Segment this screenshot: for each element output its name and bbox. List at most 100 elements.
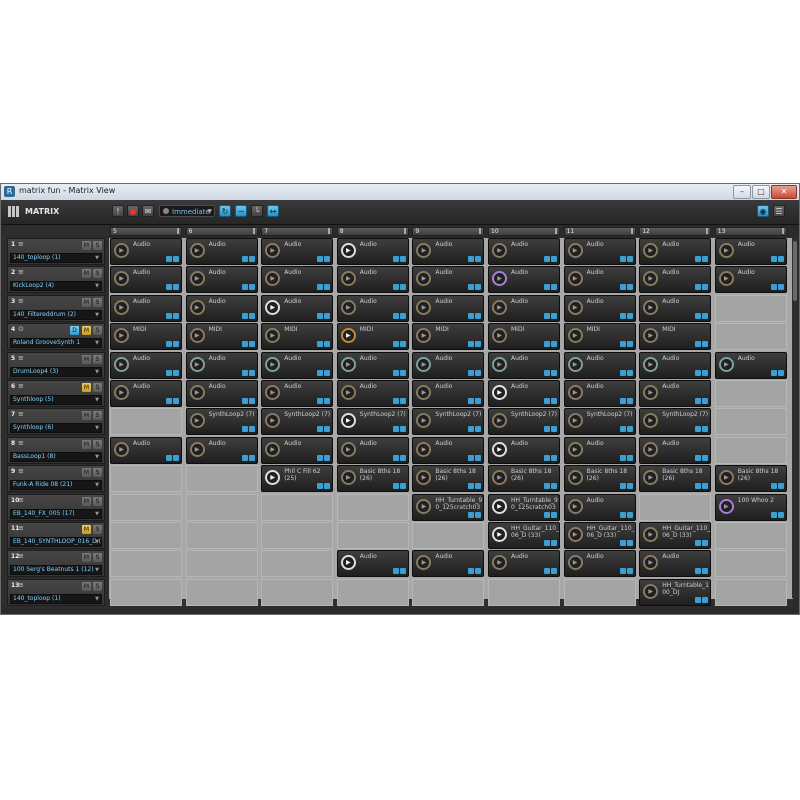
clip-settings-icon[interactable] bbox=[475, 341, 482, 348]
loop-icon[interactable] bbox=[544, 256, 550, 262]
loop-icon[interactable] bbox=[619, 256, 626, 262]
clip-settings-icon[interactable] bbox=[248, 369, 255, 376]
loop-icon[interactable] bbox=[468, 511, 475, 518]
stop-all-button[interactable]: ! bbox=[112, 205, 124, 217]
loop-icon[interactable] bbox=[695, 540, 702, 546]
play-icon[interactable]: ▶ bbox=[340, 413, 356, 429]
play-icon[interactable]: ▶ bbox=[567, 527, 583, 542]
step-icon[interactable]: └ bbox=[251, 205, 263, 217]
loop-icon[interactable] bbox=[770, 511, 777, 518]
empty-slot[interactable] bbox=[185, 550, 258, 578]
loop-icon[interactable] bbox=[468, 284, 475, 291]
scene-column-header[interactable]: 13 bbox=[714, 227, 787, 236]
clip-settings-icon[interactable] bbox=[551, 483, 557, 490]
play-icon[interactable]: ▶ bbox=[643, 441, 659, 457]
empty-slot[interactable] bbox=[110, 578, 182, 606]
loop-icon[interactable] bbox=[468, 568, 475, 575]
clip-slot[interactable]: ▶ Audio bbox=[336, 294, 409, 322]
solo-button[interactable]: S bbox=[93, 553, 102, 563]
clip-slot[interactable]: ▶ MIDI bbox=[639, 323, 712, 351]
clip-settings-icon[interactable] bbox=[626, 398, 633, 404]
clip-settings-icon[interactable] bbox=[475, 256, 482, 262]
solo-button[interactable]: S bbox=[93, 326, 102, 336]
track-name-select[interactable]: 100 Serg's Beatnuts 1 (12) ▼ bbox=[10, 565, 102, 576]
scene-column-header[interactable]: 10 bbox=[488, 227, 560, 236]
loop-icon[interactable] bbox=[317, 369, 324, 376]
clip-slot[interactable]: ▶ Audio bbox=[110, 294, 182, 322]
clip-slot[interactable]: ▶ SynthLoop2 (7) bbox=[336, 408, 409, 436]
empty-slot[interactable] bbox=[110, 522, 182, 549]
clip-settings-icon[interactable] bbox=[626, 540, 633, 546]
play-icon[interactable]: ▶ bbox=[492, 441, 507, 457]
loop-icon[interactable] bbox=[468, 426, 475, 433]
empty-slot[interactable] bbox=[261, 550, 334, 578]
loop-icon[interactable] bbox=[317, 426, 324, 433]
play-icon[interactable]: ▶ bbox=[416, 356, 432, 372]
loop-icon[interactable] bbox=[695, 596, 702, 603]
loop-icon[interactable] bbox=[544, 426, 550, 433]
clip-settings-icon[interactable] bbox=[173, 398, 179, 404]
play-icon[interactable]: ▶ bbox=[492, 271, 507, 287]
clip-settings-icon[interactable] bbox=[702, 398, 709, 404]
track-header[interactable]: 9 ≡ M S Funk-A Ride 08 (21) ▼ bbox=[7, 465, 105, 493]
loop-icon[interactable] bbox=[544, 511, 550, 518]
loop-icon[interactable] bbox=[317, 483, 324, 490]
clip-settings-icon[interactable] bbox=[399, 483, 406, 490]
play-icon[interactable]: ▶ bbox=[265, 413, 281, 429]
clip-slot[interactable]: ▶ Audio bbox=[488, 436, 560, 464]
clip-settings-icon[interactable] bbox=[626, 369, 633, 376]
empty-slot[interactable] bbox=[261, 522, 334, 549]
play-icon[interactable]: ▶ bbox=[340, 243, 356, 258]
solo-button[interactable]: S bbox=[93, 354, 102, 364]
loop-icon[interactable] bbox=[241, 312, 248, 319]
mute-button[interactable]: M bbox=[82, 553, 91, 563]
clip-slot[interactable]: ▶ Audio bbox=[639, 550, 712, 578]
play-icon[interactable]: ▶ bbox=[643, 271, 659, 287]
empty-slot[interactable] bbox=[110, 408, 182, 436]
play-icon[interactable]: ▶ bbox=[567, 356, 583, 372]
loop-icon[interactable] bbox=[241, 341, 248, 348]
clip-slot[interactable]: ▶ SynthLoop2 (7) bbox=[488, 408, 560, 436]
play-icon[interactable]: ▶ bbox=[265, 385, 281, 400]
empty-slot[interactable] bbox=[488, 578, 560, 606]
empty-slot[interactable] bbox=[714, 550, 787, 578]
play-icon[interactable]: ▶ bbox=[718, 271, 734, 287]
clip-slot[interactable]: ▶ Audio bbox=[412, 550, 485, 578]
track-name-select[interactable]: 140_toploop (1) ▼ bbox=[10, 593, 102, 604]
mute-button[interactable]: M bbox=[82, 297, 91, 307]
play-icon[interactable]: ▶ bbox=[416, 441, 432, 457]
clip-settings-icon[interactable] bbox=[626, 511, 633, 518]
clip-slot[interactable]: ▶ Audio bbox=[563, 266, 636, 294]
loop-icon[interactable] bbox=[241, 369, 248, 376]
clip-slot[interactable]: ▶ Audio bbox=[412, 380, 485, 407]
clip-slot[interactable]: ▶ Audio bbox=[336, 238, 409, 265]
play-icon[interactable]: ▶ bbox=[340, 470, 356, 486]
clip-slot[interactable]: ▶ Audio bbox=[261, 380, 334, 407]
loop-icon[interactable] bbox=[695, 426, 702, 433]
loop-icon[interactable] bbox=[695, 454, 702, 461]
loop-icon[interactable] bbox=[392, 568, 399, 575]
loop-icon[interactable] bbox=[544, 369, 550, 376]
loop-icon[interactable] bbox=[619, 568, 626, 575]
loop-icon[interactable] bbox=[770, 256, 777, 262]
play-icon[interactable]: ▶ bbox=[567, 243, 583, 258]
clip-settings-icon[interactable] bbox=[248, 398, 255, 404]
comment-icon[interactable]: ✉ bbox=[142, 205, 154, 217]
play-icon[interactable]: ▶ bbox=[643, 583, 659, 599]
empty-slot[interactable] bbox=[563, 578, 636, 606]
play-icon[interactable]: ▶ bbox=[114, 299, 129, 315]
clip-settings-icon[interactable] bbox=[173, 312, 179, 319]
empty-slot[interactable] bbox=[336, 578, 409, 606]
empty-slot[interactable] bbox=[714, 380, 787, 407]
clip-settings-icon[interactable] bbox=[777, 511, 784, 518]
scene-pin-icon[interactable] bbox=[403, 228, 406, 234]
clip-slot[interactable]: ▶ Audio bbox=[110, 238, 182, 265]
play-icon[interactable]: ▶ bbox=[340, 441, 356, 457]
clip-slot[interactable]: ▶ Audio bbox=[261, 351, 334, 379]
clip-settings-icon[interactable] bbox=[702, 454, 709, 461]
empty-slot[interactable] bbox=[185, 578, 258, 606]
empty-slot[interactable] bbox=[185, 522, 258, 549]
clip-settings-icon[interactable] bbox=[324, 483, 331, 490]
clip-settings-icon[interactable] bbox=[626, 284, 633, 291]
clip-slot[interactable]: ▶ Audio bbox=[714, 238, 787, 265]
